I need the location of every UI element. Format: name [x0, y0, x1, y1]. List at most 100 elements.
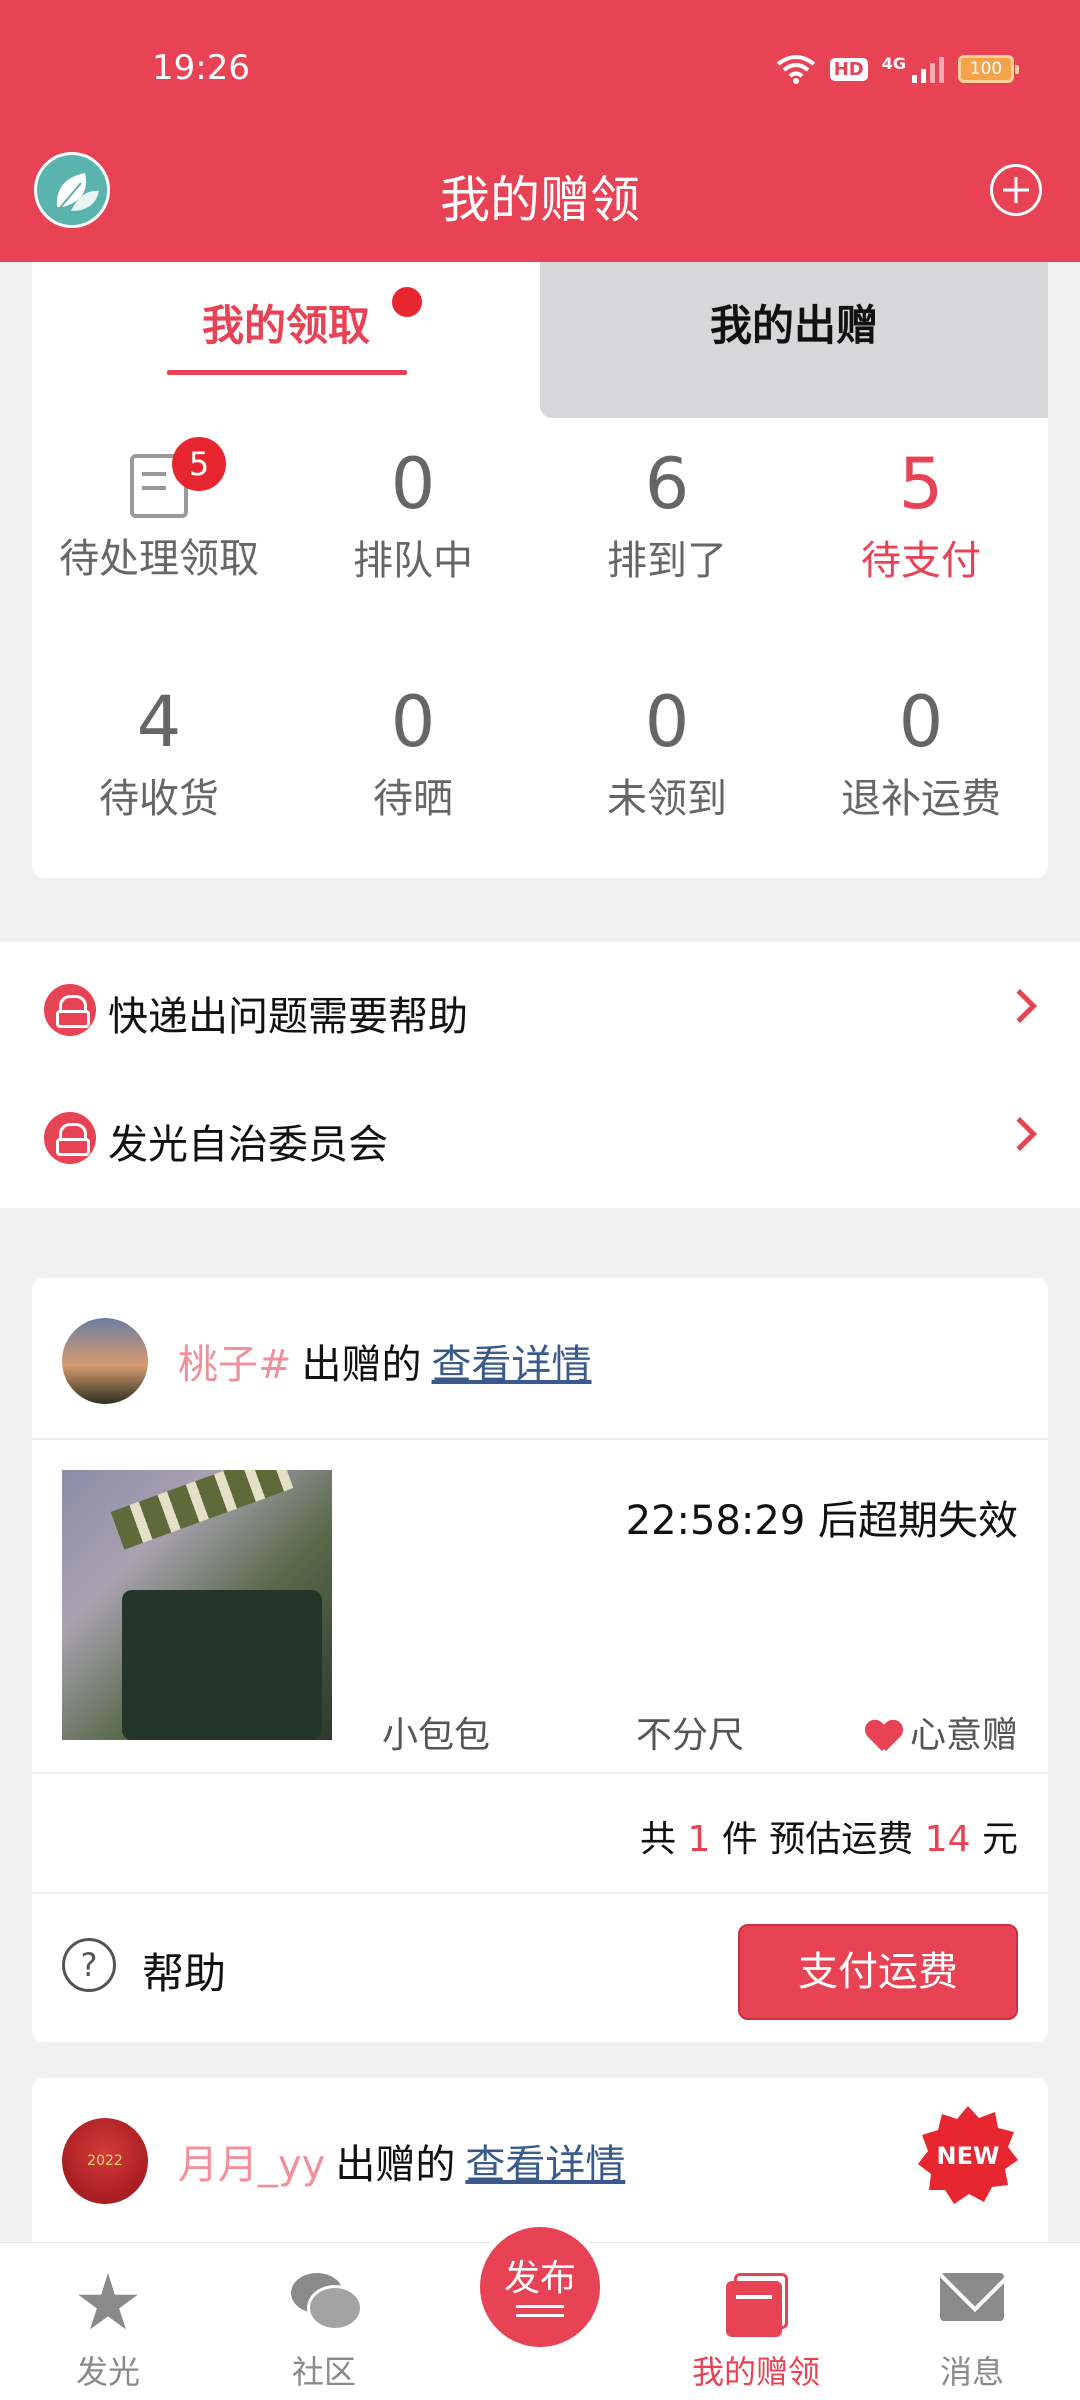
star-icon	[78, 2273, 138, 2330]
status-icons: HD 4G 100	[776, 54, 1019, 84]
nav-label: 消息	[939, 2353, 1004, 2391]
chat-bubbles-icon	[291, 2273, 363, 2331]
shipping-fee: 14	[924, 1819, 971, 1860]
item-count: 1	[687, 1819, 711, 1860]
page-title: 我的赠领	[440, 171, 640, 229]
book-icon	[726, 2273, 788, 2337]
help-link-delivery[interactable]: 快递出问题需要帮助	[0, 950, 1080, 1070]
stat-to-receive[interactable]: 4 待收货	[32, 680, 286, 824]
pay-shipping-button[interactable]: 支付运费	[738, 1924, 1018, 2020]
help-link-committee[interactable]: 发光自治委员会	[0, 1078, 1080, 1198]
giver-action: 出赠的	[301, 1342, 422, 1388]
hd-icon: HD	[829, 57, 868, 81]
stat-value: 4	[136, 681, 182, 763]
stat-value: 5	[898, 443, 944, 525]
divider	[32, 1438, 1048, 1440]
stat-value: 0	[390, 443, 436, 525]
giver-name[interactable]: 月月_yy	[178, 2142, 325, 2188]
help-link-label: 发光自治委员会	[108, 1122, 388, 1168]
stat-pending-claims[interactable]: 5 待处理领取	[32, 437, 286, 584]
stat-to-show[interactable]: 0 待晒	[286, 680, 540, 824]
signal-icon	[912, 55, 944, 83]
support-agent-icon	[44, 984, 96, 1036]
view-details-link[interactable]: 查看详情	[465, 2142, 625, 2188]
count-badge: 5	[172, 437, 226, 491]
totals-prefix: 共	[639, 1819, 676, 1860]
publish-label: 发布	[503, 2258, 576, 2299]
nav-label: 社区	[291, 2353, 356, 2391]
mail-icon	[940, 2273, 1004, 2321]
totals-suffix: 元	[981, 1819, 1018, 1860]
new-badge: NEW	[918, 2106, 1018, 2204]
stat-value: 0	[390, 681, 436, 763]
network-type: 4G	[881, 54, 906, 73]
stat-label: 待晒	[373, 776, 453, 822]
plus-circle-icon[interactable]	[990, 164, 1042, 216]
nav-item-my-gifts[interactable]: 我的赠领	[648, 2243, 864, 2400]
question-circle-icon: ?	[62, 1938, 116, 1992]
bag-strap	[110, 1470, 294, 1550]
expiry-countdown: 22:58:29 后超期失效	[625, 1498, 1018, 1544]
giver-line: 月月_yy 出赠的 查看详情	[178, 2132, 625, 2190]
publish-icon	[516, 2305, 564, 2317]
stat-to-pay[interactable]: 5 待支付	[794, 442, 1048, 586]
tab-my-claims[interactable]: 我的领取	[32, 262, 540, 418]
item-name: 小包包	[382, 1715, 491, 1756]
help-button-label: 帮助	[142, 1949, 227, 1998]
nav-label: 发光	[75, 2353, 140, 2391]
divider	[32, 1892, 1048, 1894]
summary-card: 我的领取 我的出赠 5 待处理领取 0 排队中 6 排到了 5 待支付 4 待收…	[32, 262, 1048, 878]
help-link-label: 快递出问题需要帮助	[108, 994, 468, 1040]
order-totals: 共 1 件 预估运费 14 元	[640, 1810, 1018, 1862]
app-header: 19:26 HD 4G 100 我的赠领	[0, 0, 1080, 262]
tab-underline	[167, 370, 407, 375]
stat-label: 退补运费	[841, 776, 1001, 822]
stat-shipping-refund[interactable]: 0 退补运费	[794, 680, 1048, 824]
bag-body	[122, 1590, 322, 1740]
stat-label: 排队中	[353, 538, 473, 584]
totals-mid: 件 预估运费	[721, 1819, 914, 1860]
stat-not-received[interactable]: 0 未领到	[540, 680, 794, 824]
publish-button[interactable]: 发布	[480, 2227, 600, 2347]
notification-dot	[392, 287, 422, 317]
giver-avatar[interactable]: 2022	[62, 2118, 148, 2204]
wifi-icon	[776, 55, 815, 84]
stat-label: 未领到	[607, 776, 727, 822]
chevron-right-icon	[1003, 1117, 1037, 1151]
stat-queueing[interactable]: 0 排队中	[286, 442, 540, 586]
stat-label: 排到了	[607, 538, 727, 584]
giver-line: 桃子# 出赠的 查看详情	[178, 1332, 592, 1390]
stat-label: 待收货	[99, 776, 219, 822]
product-image[interactable]	[62, 1470, 332, 1740]
support-agent-icon	[44, 1112, 96, 1164]
stat-value: 6	[644, 443, 690, 525]
nav-label: 我的赠领	[691, 2353, 820, 2391]
nav-item-publish[interactable]: 发布	[432, 2227, 648, 2400]
heart-icon	[866, 1721, 902, 1753]
stat-reached[interactable]: 6 排到了	[540, 442, 794, 586]
bottom-nav: 发光 社区 发布 我的赠领 消息	[0, 2227, 1080, 2400]
tab-label: 我的领取	[201, 301, 370, 350]
tab-my-gifts[interactable]: 我的出赠	[540, 262, 1048, 418]
giver-action: 出赠的	[335, 2142, 456, 2188]
nav-item-glow[interactable]: 发光	[0, 2243, 216, 2400]
nav-item-community[interactable]: 社区	[216, 2243, 432, 2400]
item-size: 不分尺	[636, 1715, 745, 1756]
chevron-right-icon	[1003, 989, 1037, 1023]
help-links: 快递出问题需要帮助 发光自治委员会	[0, 942, 1080, 1208]
stat-label: 待支付	[861, 538, 981, 584]
view-details-link[interactable]: 查看详情	[432, 1342, 592, 1388]
gift-tag-label: 心意赠	[909, 1715, 1018, 1756]
tab-label: 我的出赠	[709, 301, 878, 350]
battery-icon: 100	[958, 55, 1019, 83]
status-time: 19:26	[152, 48, 250, 88]
stat-label: 待处理领取	[59, 536, 259, 582]
divider	[32, 1772, 1048, 1774]
giver-avatar[interactable]	[62, 1318, 148, 1404]
stat-value: 0	[898, 681, 944, 763]
stat-value: 0	[644, 681, 690, 763]
giver-name[interactable]: 桃子#	[178, 1342, 292, 1388]
gift-tag: 心意赠	[866, 1706, 1018, 1758]
nav-item-messages[interactable]: 消息	[864, 2243, 1080, 2400]
order-card: 桃子# 出赠的 查看详情 22:58:29 后超期失效 小包包 不分尺 心意赠 共 …	[32, 1278, 1048, 2042]
